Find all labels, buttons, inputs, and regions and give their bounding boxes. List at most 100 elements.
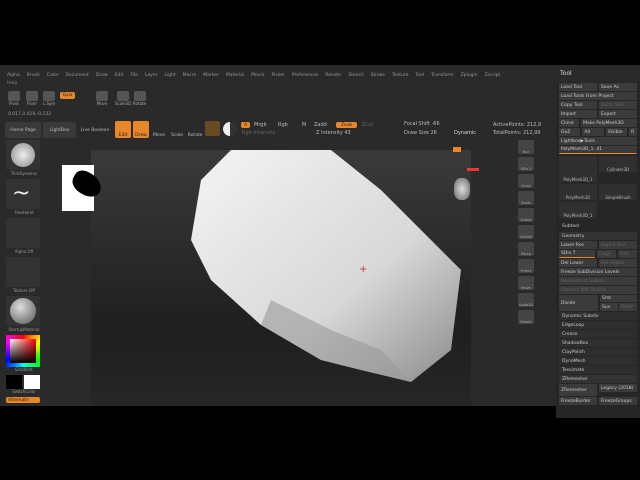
geometry-subpanel[interactable]: DynaMesh	[559, 357, 637, 365]
rgb-button[interactable]: Rgb	[278, 122, 288, 128]
menu-alpha[interactable]: Alpha	[7, 73, 20, 78]
legacy-button[interactable]: Legacy (2018)	[599, 384, 637, 392]
r-button[interactable]: R	[629, 128, 637, 136]
convert-bpr-button[interactable]: Convert BPR To Geo	[559, 286, 637, 294]
lightbox-tools-button[interactable]: Lightbox▶Tools	[559, 137, 637, 145]
menu-help[interactable]: Help	[7, 81, 17, 86]
menu-edit[interactable]: Edit	[115, 73, 124, 78]
lsym-button[interactable]: L.Sym	[43, 91, 55, 106]
m-button[interactable]: M	[302, 122, 306, 128]
zremesher-button[interactable]: ZRemesher	[559, 384, 597, 396]
scale3d-button[interactable]: Scale3D	[518, 293, 534, 307]
menu-render[interactable]: Render	[325, 73, 341, 78]
menu-picker[interactable]: Picker	[271, 73, 284, 78]
copy-tool-button[interactable]: Copy Tool	[559, 101, 597, 109]
menu-zplugin[interactable]: Zplugin	[461, 73, 478, 78]
dynamic-toggle[interactable]: Dynamic	[454, 130, 476, 136]
reconstruct-subdiv-button[interactable]: Reconstruct Subdiv	[559, 277, 637, 285]
smt-toggle[interactable]: Smt	[600, 295, 637, 302]
rotate-button[interactable]: Rotate	[187, 121, 203, 138]
texture-thumbnail[interactable]	[6, 257, 40, 287]
all-button[interactable]: All	[582, 128, 604, 136]
load-tool-button[interactable]: Load Tool	[559, 83, 597, 91]
spix-3-button[interactable]: SPix 3	[518, 157, 534, 171]
suv-toggle[interactable]: Suv	[600, 303, 618, 311]
geometry-subpanel[interactable]: Crease	[559, 330, 637, 338]
menu-preferences[interactable]: Preferences	[292, 73, 318, 78]
sdiv-slider[interactable]: SDiv 7	[559, 250, 595, 258]
scale-shelf-button[interactable]: Scale3D	[115, 91, 131, 106]
tool-thumbnail[interactable]: SimpleBrush	[599, 184, 637, 200]
focal-shift-slider[interactable]: Focal Shift -66	[404, 121, 440, 127]
import-button[interactable]: Import	[559, 110, 597, 118]
tool-thumbnail[interactable]: PolyMesh3D	[559, 184, 597, 200]
menu-transform[interactable]: Transform	[431, 73, 453, 78]
menu-light[interactable]: Light	[164, 73, 175, 78]
higher-res-button[interactable]: Higher Res	[599, 241, 637, 249]
tool-panel-title[interactable]: Tool	[560, 70, 572, 77]
actual-button[interactable]: Actual	[518, 208, 534, 222]
orientation-head-icon[interactable]	[454, 178, 470, 200]
alternate-button[interactable]: Alternate	[6, 397, 40, 403]
clone-button[interactable]: Clone	[559, 119, 579, 127]
zcut-button[interactable]: Zcut	[362, 122, 373, 128]
menu-color[interactable]: Color	[47, 73, 59, 78]
material-swatch[interactable]	[205, 121, 220, 136]
gradient-label[interactable]: Gradient	[6, 367, 42, 372]
cage-button[interactable]: Cage	[597, 250, 616, 258]
freeze-groups-button[interactable]: FreezeGroups	[599, 397, 637, 405]
menu-brush[interactable]: Brush	[27, 73, 40, 78]
floor-button[interactable]: Floor	[26, 91, 38, 106]
tool-thumbnail[interactable]: PolyMesh3D_1	[559, 202, 597, 218]
rstr-button[interactable]: Rstr	[618, 250, 637, 258]
edit-button[interactable]: Edit	[115, 121, 131, 138]
menu-movie[interactable]: Movie	[251, 73, 264, 78]
reuv-toggle[interactable]: ReUV	[619, 303, 637, 311]
make-polymesh-button[interactable]: Make PolyMesh3D	[581, 119, 637, 127]
load-tools-from-project-button[interactable]: Load Tools From Project	[559, 92, 637, 100]
brush-thumbnail[interactable]	[6, 140, 40, 170]
divide-button[interactable]: Divide	[559, 295, 598, 311]
move-shelf-button[interactable]: Move	[96, 91, 108, 106]
tool-thumbnail[interactable]: PolyMesh3D_1	[559, 156, 597, 182]
del-lower-button[interactable]: Del Lower	[559, 259, 597, 267]
home-page-button[interactable]: Home Page	[5, 122, 41, 138]
geometry-subpanel[interactable]: ShadowBox	[559, 339, 637, 347]
qviz-button[interactable]: Qviz	[60, 92, 75, 99]
visible-button[interactable]: Visible	[605, 128, 628, 136]
viewport-canvas[interactable]: +	[62, 147, 479, 406]
menu-zscript[interactable]: Zscript	[485, 73, 501, 78]
menu-layer[interactable]: Layer	[145, 73, 158, 78]
bpr-button[interactable]: Bpr	[518, 140, 534, 154]
scroll-button[interactable]: Scroll	[518, 174, 534, 188]
geometry-subpanel[interactable]: EdgeLoop	[559, 321, 637, 329]
persp-button[interactable]: Persp	[518, 242, 534, 256]
stroke-thumbnail[interactable]: ~	[6, 179, 40, 209]
switch-color-button[interactable]: SwitchColor	[6, 389, 42, 394]
a-button[interactable]: A	[241, 122, 250, 128]
scale-button[interactable]: Scale	[169, 121, 185, 138]
color-picker[interactable]	[6, 335, 40, 367]
zadd-button[interactable]: Zadd	[314, 122, 327, 128]
menu-stencil[interactable]: Stencil	[348, 73, 363, 78]
freeze-subdivision-button[interactable]: Freeze SubDivision Levels	[559, 268, 637, 276]
export-button[interactable]: Export	[599, 110, 637, 118]
del-higher-button[interactable]: Del Higher	[599, 259, 637, 267]
goz-button[interactable]: GoZ	[559, 128, 581, 136]
geometry-subpanel[interactable]: ClayPolish	[559, 348, 637, 356]
draw-size-slider[interactable]: Draw Size 26	[404, 130, 437, 136]
draw-button[interactable]: Draw	[133, 121, 149, 138]
lower-res-button[interactable]: Lower Res	[559, 241, 597, 249]
subtool-header[interactable]: Subtool	[562, 224, 634, 229]
geometry-subpanel[interactable]: Tessimate	[559, 366, 637, 374]
geometry-header[interactable]: Geometry	[559, 232, 637, 240]
live-boolean-button[interactable]: Live Boolean	[78, 122, 112, 138]
geometry-subpanel[interactable]: Dynamic Subdiv	[559, 312, 637, 320]
menu-marker[interactable]: Marker	[203, 73, 219, 78]
aahalf-button[interactable]: AAHalf	[518, 225, 534, 239]
menu-macro[interactable]: Macro	[183, 73, 197, 78]
zremesher-header[interactable]: ZRemesher	[559, 375, 637, 383]
menu-material[interactable]: Material	[226, 73, 244, 78]
move-button[interactable]: Move	[518, 276, 534, 290]
menu-tool[interactable]: Tool	[415, 73, 424, 78]
